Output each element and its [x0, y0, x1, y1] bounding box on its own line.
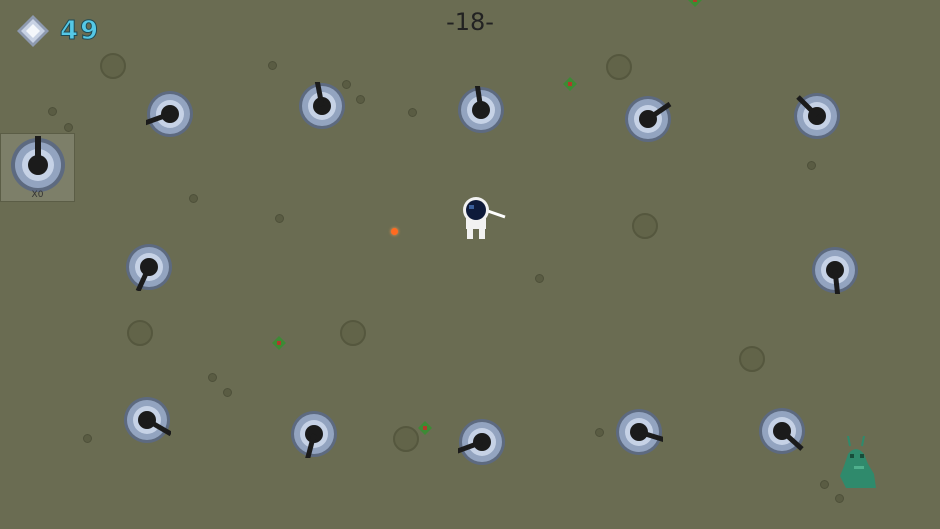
crater	[606, 54, 632, 80]
pebble	[189, 194, 198, 203]
pebble	[208, 373, 217, 382]
player-astronaut-icon[interactable]	[460, 197, 508, 241]
crater	[393, 426, 419, 452]
wave-number: -18-	[446, 8, 494, 36]
pebble	[223, 388, 232, 397]
turret-icon[interactable]	[615, 408, 663, 456]
green-gem-pickup-icon	[688, 0, 702, 7]
crater	[100, 53, 126, 79]
projectile	[391, 228, 398, 235]
pebble	[275, 214, 284, 223]
turret-icon[interactable]	[793, 92, 841, 140]
pebble	[408, 108, 417, 117]
turret-build-slot[interactable]: X0	[0, 133, 75, 202]
pebble	[595, 428, 604, 437]
crater	[127, 320, 153, 346]
turret-icon[interactable]	[290, 410, 338, 458]
crater	[739, 346, 765, 372]
turret-icon[interactable]	[123, 396, 171, 444]
alien-slug-enemy-icon	[840, 436, 876, 488]
crater	[340, 320, 366, 346]
turret-icon[interactable]	[758, 407, 806, 455]
pebble	[807, 161, 816, 170]
turret-icon[interactable]	[298, 82, 346, 130]
turret-icon[interactable]	[146, 90, 194, 138]
crater	[632, 213, 658, 239]
green-gem-pickup-icon	[272, 336, 286, 350]
green-gem-pickup-icon	[418, 421, 432, 435]
pebble	[64, 123, 73, 132]
turret-icon[interactable]	[125, 243, 173, 291]
turret-icon	[11, 136, 65, 192]
turret-icon[interactable]	[458, 418, 506, 466]
green-gem-pickup-icon	[563, 77, 577, 91]
build-count-label: X0	[31, 190, 44, 200]
turret-icon[interactable]	[811, 246, 859, 294]
pebble	[48, 107, 57, 116]
pebble	[268, 61, 277, 70]
pebble	[820, 480, 829, 489]
pebble	[835, 494, 844, 503]
pebble	[356, 95, 365, 104]
pebble	[83, 434, 92, 443]
pebble	[535, 274, 544, 283]
game-field[interactable]: 49 -18- X0	[0, 0, 940, 529]
turret-icon[interactable]	[624, 95, 672, 143]
turret-icon[interactable]	[457, 86, 505, 134]
